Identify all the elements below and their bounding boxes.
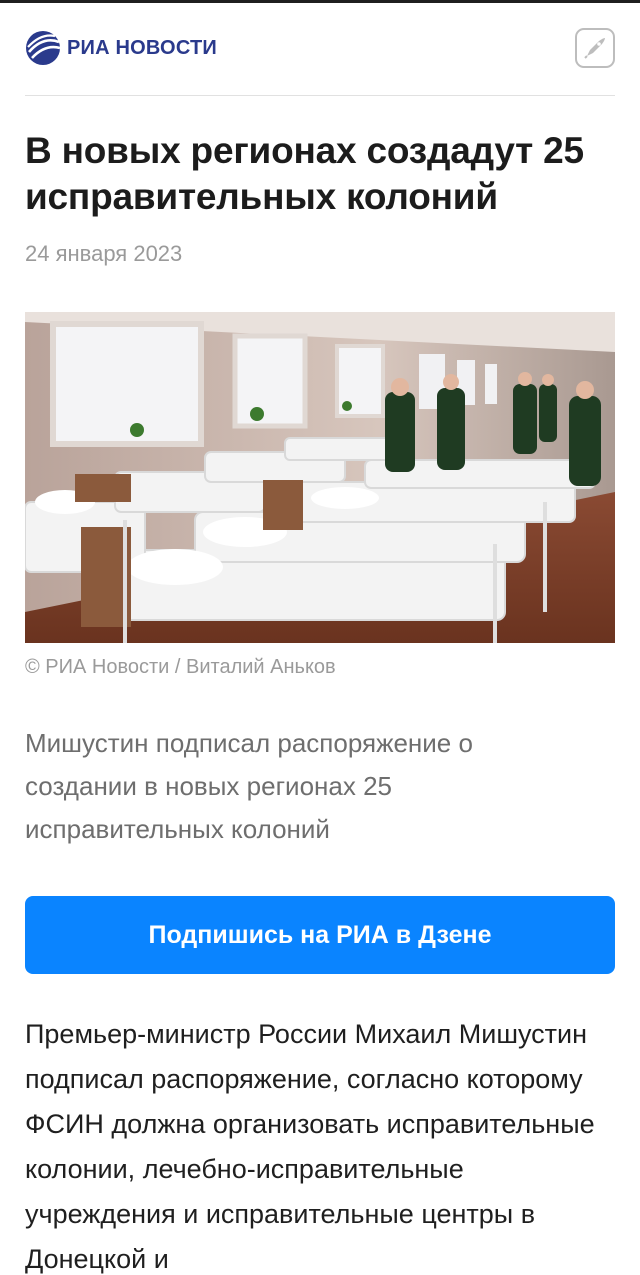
logo[interactable]: РИА НОВОСТИ bbox=[25, 28, 217, 68]
article-title: В новых регионах создадут 25 исправитель… bbox=[25, 130, 584, 217]
article-date: 24 января 2023 bbox=[25, 241, 183, 266]
top-border bbox=[0, 0, 640, 3]
header-divider bbox=[25, 95, 615, 96]
subscribe-button[interactable]: Подпишись на РИА в Дзене bbox=[25, 896, 615, 974]
article-body: Премьер-министр России Михаил Мишустин п… bbox=[25, 1019, 595, 1274]
article-lead: Мишустин подписал распоряжение о создани… bbox=[25, 728, 473, 844]
dormitory-photo bbox=[25, 312, 615, 643]
ria-logo-icon bbox=[26, 31, 61, 65]
logo-text: РИА НОВОСТИ bbox=[67, 36, 217, 59]
rocket-icon[interactable] bbox=[575, 28, 615, 68]
photo-caption: © РИА Новости / Виталий Аньков bbox=[25, 656, 336, 678]
site-header: РИА НОВОСТИ bbox=[25, 28, 615, 68]
article-photo[interactable] bbox=[25, 312, 615, 643]
